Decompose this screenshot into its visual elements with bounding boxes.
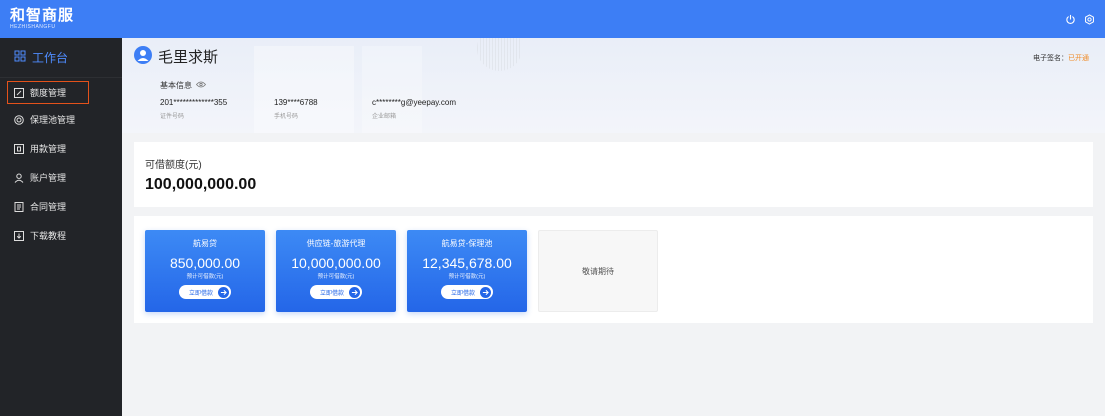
product-title: 供应链-旅游代理	[306, 239, 366, 248]
product-amount: 10,000,000.00	[291, 255, 381, 271]
decoration	[477, 38, 522, 71]
logo[interactable]: 和智商服 HEZHISHANGFU	[10, 8, 74, 30]
product-title: 航易贷-保理池	[441, 239, 493, 248]
sidebar-item-label: 合同管理	[30, 202, 67, 212]
esign-status-value[interactable]: 已开通	[1068, 55, 1089, 62]
logo-text: 和智商服	[10, 7, 75, 24]
sidebar-item-label: 额度管理	[30, 88, 67, 98]
email-field: c********g@yeepay.com 企业邮箱	[372, 98, 456, 120]
sidebar-item-funds[interactable]: 用款管理	[0, 134, 122, 163]
top-actions	[1065, 13, 1095, 25]
id-number-label: 证件号码	[160, 114, 185, 120]
sidebar-item-workbench[interactable]: 工作台	[0, 38, 122, 78]
product-sub: 预计可借款(元)	[317, 274, 355, 280]
product-card: 航易贷-保理池 12,345,678.00 预计可借款(元) 立即借款	[407, 230, 527, 312]
esign-label: 电子签名：	[1033, 55, 1068, 62]
credit-label: 可借额度(元)	[145, 160, 202, 171]
document-icon	[14, 143, 24, 154]
basic-info-label: 基本信息	[160, 81, 192, 90]
arrow-right-icon	[349, 286, 360, 298]
phone-field: 139****6788 手机号码	[274, 98, 318, 120]
phone-label: 手机号码	[274, 114, 299, 120]
arrow-right-icon	[480, 286, 491, 298]
borrow-button-label: 立即借款	[319, 290, 344, 297]
grid-icon	[14, 50, 26, 65]
borrow-button-label: 立即借款	[188, 290, 213, 297]
download-icon	[14, 230, 24, 241]
top-bar: 和智商服 HEZHISHANGFU	[0, 0, 1105, 38]
id-number-field: 201*************355 证件号码	[160, 98, 227, 120]
coming-soon-label: 敬请期待	[582, 266, 614, 276]
product-sub: 预计可借款(元)	[448, 274, 486, 280]
email-value: c********g@yeepay.com	[372, 98, 457, 107]
sidebar-item-credit[interactable]: 额度管理	[6, 80, 90, 105]
borrow-button[interactable]: 立即借款	[440, 285, 493, 299]
sidebar-head-label: 工作台	[32, 51, 69, 65]
sidebar: 工作台 额度管理 保理池管理 用款管理 账户管理 合同管理 下载教程	[0, 38, 122, 416]
pool-icon	[14, 114, 24, 125]
product-card: 航易贷 850,000.00 预计可借款(元) 立即借款	[145, 230, 265, 312]
borrow-button-label: 立即借款	[450, 290, 475, 297]
sidebar-item-account[interactable]: 账户管理	[0, 163, 122, 192]
phone-value: 139****6788	[274, 98, 318, 107]
id-number-value: 201*************355	[160, 98, 228, 107]
profile-panel: 毛里求斯 电子签名：已开通 基本信息 201*************355 证…	[122, 38, 1105, 133]
coming-soon-card: 敬请期待	[538, 230, 658, 312]
email-label: 企业邮箱	[372, 114, 397, 120]
power-icon[interactable]	[1065, 14, 1076, 25]
sidebar-item-download[interactable]: 下载教程	[0, 221, 122, 250]
contract-icon	[14, 201, 24, 212]
logo-subtext: HEZHISHANGFU	[10, 24, 56, 30]
sidebar-item-label: 下载教程	[30, 231, 67, 241]
avatar	[134, 46, 152, 64]
sidebar-item-contract[interactable]: 合同管理	[0, 192, 122, 221]
esign-status: 电子签名：已开通	[1033, 53, 1089, 63]
credit-amount: 100,000,000.00	[145, 176, 257, 193]
product-sub: 预计可借款(元)	[186, 274, 224, 280]
product-title: 航易贷	[193, 239, 217, 248]
settings-icon[interactable]	[1084, 13, 1095, 25]
credit-panel: 可借额度(元) 100,000,000.00	[134, 142, 1093, 207]
sidebar-item-label: 账户管理	[30, 173, 67, 183]
borrow-button[interactable]: 立即借款	[309, 285, 362, 299]
product-amount: 850,000.00	[169, 255, 241, 271]
sidebar-item-label: 用款管理	[30, 144, 67, 154]
main-content: 毛里求斯 电子签名：已开通 基本信息 201*************355 证…	[122, 38, 1105, 416]
sidebar-item-label: 保理池管理	[30, 115, 76, 125]
user-name: 毛里求斯	[158, 49, 219, 66]
edit-icon	[14, 87, 24, 98]
product-list: 航易贷 850,000.00 预计可借款(元) 立即借款 供应链-旅游代理 10…	[134, 216, 1093, 323]
product-amount: 12,345,678.00	[422, 255, 512, 271]
eye-icon[interactable]	[195, 81, 207, 90]
sidebar-item-factoring-pool[interactable]: 保理池管理	[0, 105, 122, 134]
basic-info-title: 基本信息	[160, 80, 207, 91]
arrow-right-icon	[218, 286, 229, 298]
user-icon	[14, 173, 24, 183]
product-card: 供应链-旅游代理 10,000,000.00 预计可借款(元) 立即借款	[276, 230, 396, 312]
borrow-button[interactable]: 立即借款	[178, 285, 231, 299]
